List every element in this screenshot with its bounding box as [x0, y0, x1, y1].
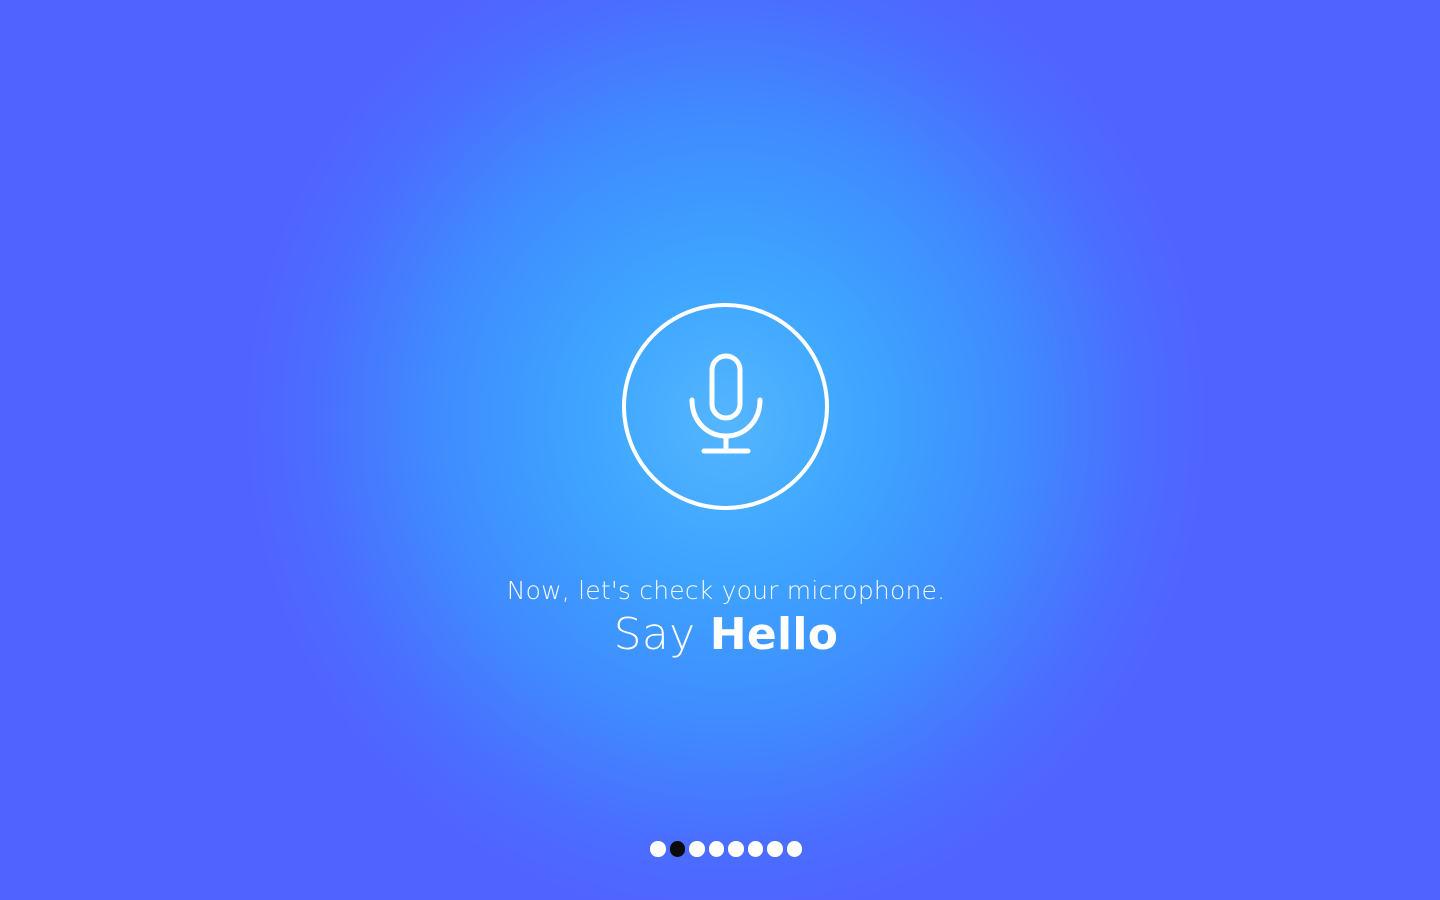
title-prefix: Say: [613, 609, 696, 660]
microphone-icon: [686, 352, 766, 462]
title-emphasis: Hello: [709, 609, 839, 660]
pagination-dot[interactable]: [747, 841, 763, 857]
prompt-text-block: Now, let's check your microphone. Say He…: [0, 573, 1440, 661]
instruction-title: Say Hello: [12, 609, 1440, 661]
pagination-dot[interactable]: [767, 841, 783, 857]
pagination-dot[interactable]: [669, 841, 685, 857]
pagination-dot[interactable]: [708, 841, 724, 857]
step-pagination: [650, 841, 802, 857]
instruction-subtitle: Now, let's check your microphone.: [506, 576, 946, 605]
microphone-check-screen: { "screen": { "subtitle": "Now, let's ch…: [0, 0, 1440, 900]
pagination-dot[interactable]: [728, 841, 744, 857]
microphone-button[interactable]: [622, 303, 829, 510]
pagination-dot[interactable]: [689, 841, 705, 857]
pagination-dot[interactable]: [650, 841, 666, 857]
pagination-dot[interactable]: [786, 841, 802, 857]
